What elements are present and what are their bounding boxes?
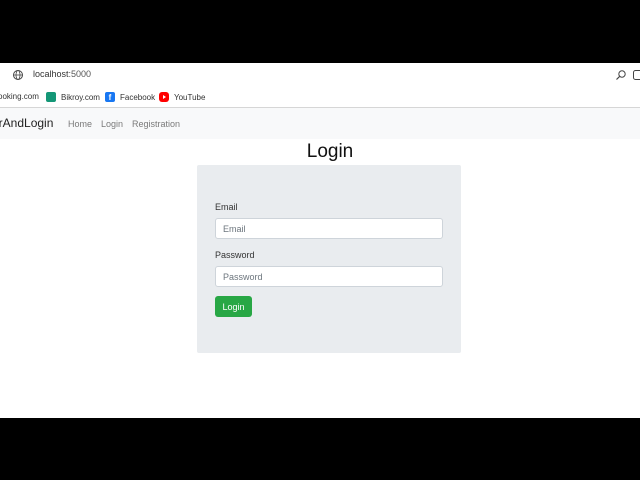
- url-text[interactable]: localhost:5000: [33, 69, 91, 79]
- address-bar[interactable]: localhost:5000: [0, 63, 640, 87]
- zoom-icon[interactable]: [615, 69, 627, 81]
- site-brand[interactable]: erAndLogin: [0, 116, 53, 130]
- bikroy-icon: [46, 92, 56, 102]
- nav-registration[interactable]: Registration: [132, 119, 180, 129]
- password-label: Password: [215, 250, 255, 260]
- email-label: Email: [215, 202, 238, 212]
- bookmark-youtube[interactable]: YouTube: [159, 92, 205, 102]
- login-button[interactable]: Login: [215, 296, 252, 317]
- login-card: Email Password Login: [197, 165, 461, 353]
- bookmark-facebook[interactable]: f Facebook: [105, 92, 155, 102]
- site-navbar: erAndLogin Home Login Registration: [0, 108, 640, 139]
- globe-icon: [13, 70, 23, 80]
- extensions-icon[interactable]: [632, 69, 640, 81]
- nav-home[interactable]: Home: [68, 119, 92, 129]
- nav-login[interactable]: Login: [101, 119, 123, 129]
- password-field[interactable]: [215, 266, 443, 287]
- browser-viewport: localhost:5000 ooking.com Bikroy.com f F…: [0, 63, 640, 418]
- email-field[interactable]: [215, 218, 443, 239]
- bookmarks-bar: ooking.com Bikroy.com f Facebook YouTube: [0, 87, 640, 107]
- bookmark-bikroy[interactable]: Bikroy.com: [46, 92, 100, 102]
- page-title: Login: [306, 141, 354, 162]
- youtube-icon: [159, 92, 169, 102]
- bookmark-booking[interactable]: ooking.com: [0, 92, 39, 101]
- facebook-icon: f: [105, 92, 115, 102]
